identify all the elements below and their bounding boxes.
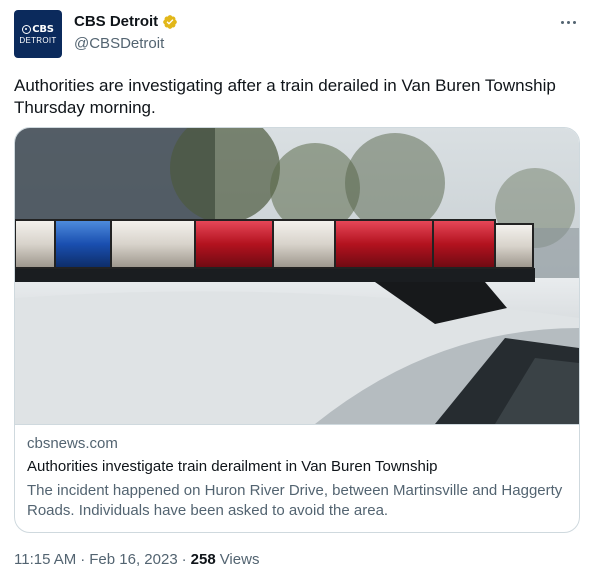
footer-separator: · — [80, 551, 86, 568]
avatar-logo-bottom: DETROIT — [19, 35, 57, 45]
card-meta[interactable]: cbsnews.com Authorities investigate trai… — [15, 424, 579, 532]
card-image[interactable] — [15, 128, 579, 424]
author-display-name[interactable]: CBS Detroit — [74, 13, 158, 30]
tweet-text: Authorities are investigating after a tr… — [14, 76, 556, 117]
author-name-row: CBS Detroit — [74, 13, 178, 30]
tweet-date[interactable]: Feb 16, 2023 — [89, 551, 177, 568]
card-description: The incident happened on Huron River Dri… — [27, 482, 563, 519]
avatar-logo-top: CBS — [32, 23, 54, 35]
card-domain: cbsnews.com — [27, 435, 118, 452]
cbs-eye-icon — [22, 24, 32, 34]
tweet: CBS DETROIT CBS Detroit @CBSDetroit Auth… — [0, 0, 594, 584]
author-handle[interactable]: @CBSDetroit — [74, 35, 164, 52]
tweet-time[interactable]: 11:15 AM — [14, 551, 76, 568]
more-options-icon[interactable] — [558, 12, 578, 32]
views-count[interactable]: 258 — [191, 551, 216, 568]
footer-separator: · — [181, 551, 187, 568]
cbs-logo: CBS — [22, 24, 54, 35]
link-card[interactable]: cbsnews.com Authorities investigate trai… — [14, 127, 580, 533]
views-label: Views — [219, 551, 260, 568]
avatar[interactable]: CBS DETROIT — [14, 10, 62, 58]
verified-badge-icon[interactable] — [162, 14, 178, 30]
tweet-footer: 11:15 AM · Feb 16, 2023 · 258 Views — [14, 551, 259, 568]
card-title[interactable]: Authorities investigate train derailment… — [27, 458, 438, 475]
